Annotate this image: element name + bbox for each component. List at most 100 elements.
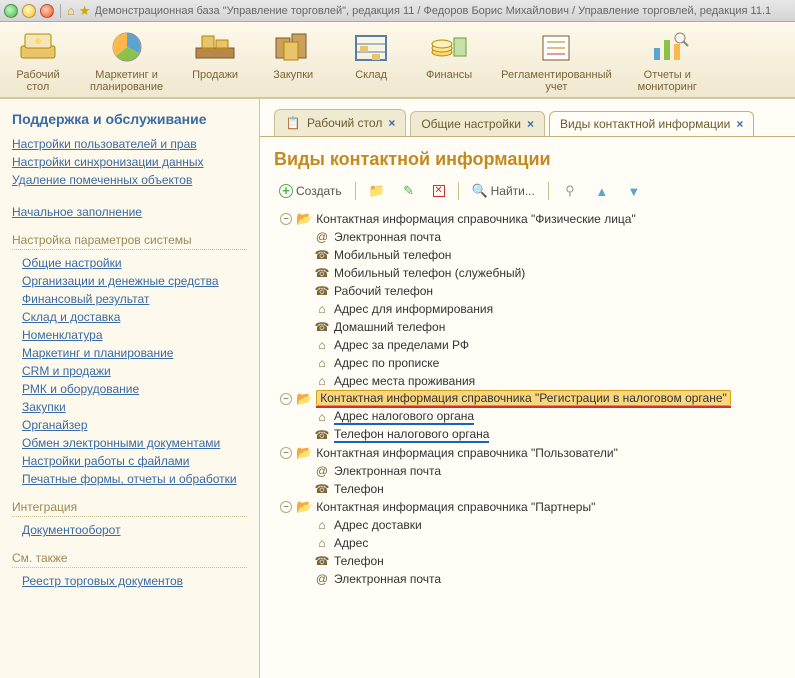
nav-link[interactable]: Настройки работы с файлами	[22, 454, 247, 468]
home-icon: ⌂	[314, 518, 330, 532]
nav-link[interactable]: Склад и доставка	[22, 310, 247, 324]
tree-label: Домашний телефон	[334, 320, 445, 334]
reports-icon	[644, 28, 690, 66]
tree-item[interactable]: ⌂Адрес места проживания	[274, 372, 781, 390]
tree-item[interactable]: ☎Мобильный телефон (служебный)	[274, 264, 781, 282]
nav-group-title: Настройка параметров системы	[12, 233, 247, 250]
delete-button[interactable]: ✕	[428, 182, 450, 200]
nav-link[interactable]: Настройки пользователей и прав	[12, 137, 247, 151]
nav-link[interactable]: Финансовый результат	[22, 292, 247, 306]
nav-link[interactable]: CRM и продажи	[22, 364, 247, 378]
nav-link[interactable]: Начальное заполнение	[12, 205, 247, 219]
section-finance[interactable]: Финансы	[419, 26, 479, 95]
tree-item[interactable]: ☎Телефон	[274, 552, 781, 570]
expander-icon[interactable]: −	[280, 447, 292, 459]
tree-label: Адрес по прописке	[334, 356, 439, 370]
section-purchases[interactable]: Закупки	[263, 26, 323, 95]
window-min-button[interactable]	[4, 4, 18, 18]
contact-types-tree[interactable]: −📂Контактная информация справочника "Физ…	[274, 210, 781, 588]
nav-link[interactable]: Общие настройки	[22, 256, 247, 270]
expander-icon[interactable]: −	[280, 393, 292, 405]
find-button[interactable]: 🔍 Найти...	[467, 180, 540, 202]
nav-link[interactable]: Настройки синхронизации данных	[12, 155, 247, 169]
tree-label: Электронная почта	[334, 464, 441, 478]
work-area: 📋 Рабочий стол × Общие настройки × Виды …	[260, 99, 795, 678]
nav-link[interactable]: Закупки	[22, 400, 247, 414]
window-close-button[interactable]	[40, 4, 54, 18]
move-up-button[interactable]: ▲	[589, 180, 615, 202]
tree-item[interactable]: ☎Рабочий телефон	[274, 282, 781, 300]
tree-folder[interactable]: −📂Контактная информация справочника "Физ…	[274, 210, 781, 228]
nav-section-title: Поддержка и обслуживание	[12, 111, 247, 127]
close-icon[interactable]: ×	[736, 117, 743, 131]
expander-icon[interactable]: −	[280, 501, 292, 513]
section-warehouse[interactable]: Склад	[341, 26, 401, 95]
arrow-up-icon: ▲	[594, 183, 610, 199]
desktop-icon	[15, 28, 61, 66]
tree-label: Адрес для информирования	[334, 302, 493, 316]
nav-link[interactable]: Реестр торговых документов	[22, 574, 247, 588]
tree-item[interactable]: @Электронная почта	[274, 228, 781, 246]
tree-label: Адрес за пределами РФ	[334, 338, 469, 352]
tree-folder[interactable]: −📂Контактная информация справочника "Рег…	[274, 390, 781, 408]
nav-link[interactable]: Печатные формы, отчеты и обработки	[22, 472, 247, 486]
section-regaccounting[interactable]: Регламентированный учет	[497, 26, 616, 95]
tree-item[interactable]: ⌂Адрес по прописке	[274, 354, 781, 372]
move-down-button[interactable]: ▼	[621, 180, 647, 202]
phone-icon: ☎	[314, 248, 330, 262]
create-button[interactable]: + Создать	[274, 181, 347, 201]
tree-folder[interactable]: −📂Контактная информация справочника "Пол…	[274, 444, 781, 462]
nav-link[interactable]: Организации и денежные средства	[22, 274, 247, 288]
tree-item[interactable]: @Электронная почта	[274, 462, 781, 480]
nav-link[interactable]: Органайзер	[22, 418, 247, 432]
nav-link[interactable]: Обмен электронными документами	[22, 436, 247, 450]
tree-item[interactable]: ☎Мобильный телефон	[274, 246, 781, 264]
create-folder-button[interactable]: 📁	[364, 180, 390, 202]
close-icon[interactable]: ×	[388, 116, 395, 130]
section-marketing[interactable]: Маркетинг и планирование	[86, 26, 167, 95]
tab-contact-types[interactable]: Виды контактной информации ×	[549, 111, 754, 136]
nav-link[interactable]: Номенклатура	[22, 328, 247, 342]
nav-link[interactable]: Документооборот	[22, 523, 247, 537]
tree-item[interactable]: ⌂Адрес за пределами РФ	[274, 336, 781, 354]
section-reports[interactable]: Отчеты и мониторинг	[634, 26, 701, 95]
tree-item[interactable]: ☎Телефон налогового органа	[274, 426, 781, 444]
section-sales[interactable]: Продажи	[185, 26, 245, 95]
expander-icon[interactable]: −	[280, 213, 292, 225]
tree-label: Электронная почта	[334, 572, 441, 586]
tree-label: Контактная информация справочника "Регис…	[316, 390, 731, 406]
tree-folder[interactable]: −📂Контактная информация справочника "Пар…	[274, 498, 781, 516]
nav-link[interactable]: РМК и оборудование	[22, 382, 247, 396]
tab-general-settings[interactable]: Общие настройки ×	[410, 111, 545, 136]
desktop-icon: 📋	[285, 115, 301, 131]
tab-bar: 📋 Рабочий стол × Общие настройки × Виды …	[260, 99, 795, 136]
tree-item[interactable]: @Электронная почта	[274, 570, 781, 588]
tree-item[interactable]: ☎Домашний телефон	[274, 318, 781, 336]
home-icon: ⌂	[314, 410, 330, 424]
phone-icon: ☎	[314, 428, 330, 442]
home-icon[interactable]: ⌂	[67, 3, 75, 18]
link-button[interactable]: ⚲	[557, 180, 583, 202]
window-title: Демонстрационная база "Управление торгов…	[95, 5, 772, 17]
tree-item[interactable]: ⌂Адрес для информирования	[274, 300, 781, 318]
edit-button[interactable]: ✎	[396, 180, 422, 202]
star-icon[interactable]: ★	[79, 3, 91, 19]
close-icon[interactable]: ×	[527, 117, 534, 131]
warehouse-icon	[348, 28, 394, 66]
section-desktop[interactable]: Рабочий стол	[8, 26, 68, 95]
nav-link[interactable]: Удаление помеченных объектов	[12, 173, 247, 187]
tree-label: Телефон	[334, 482, 384, 496]
window-max-button[interactable]	[22, 4, 36, 18]
tree-item[interactable]: ⌂Адрес	[274, 534, 781, 552]
tree-item[interactable]: ⌂Адрес доставки	[274, 516, 781, 534]
arrow-down-icon: ▼	[626, 183, 642, 199]
tree-item[interactable]: ☎Телефон	[274, 480, 781, 498]
nav-link[interactable]: Маркетинг и планирование	[22, 346, 247, 360]
tree-label: Электронная почта	[334, 230, 441, 244]
tree-item[interactable]: ⌂Адрес налогового органа	[274, 408, 781, 426]
pencil-icon: ✎	[401, 183, 417, 199]
tree-label: Рабочий телефон	[334, 284, 433, 298]
plus-icon: +	[279, 184, 293, 198]
tab-desktop[interactable]: 📋 Рабочий стол ×	[274, 109, 406, 136]
folder-icon: 📂	[296, 391, 312, 407]
